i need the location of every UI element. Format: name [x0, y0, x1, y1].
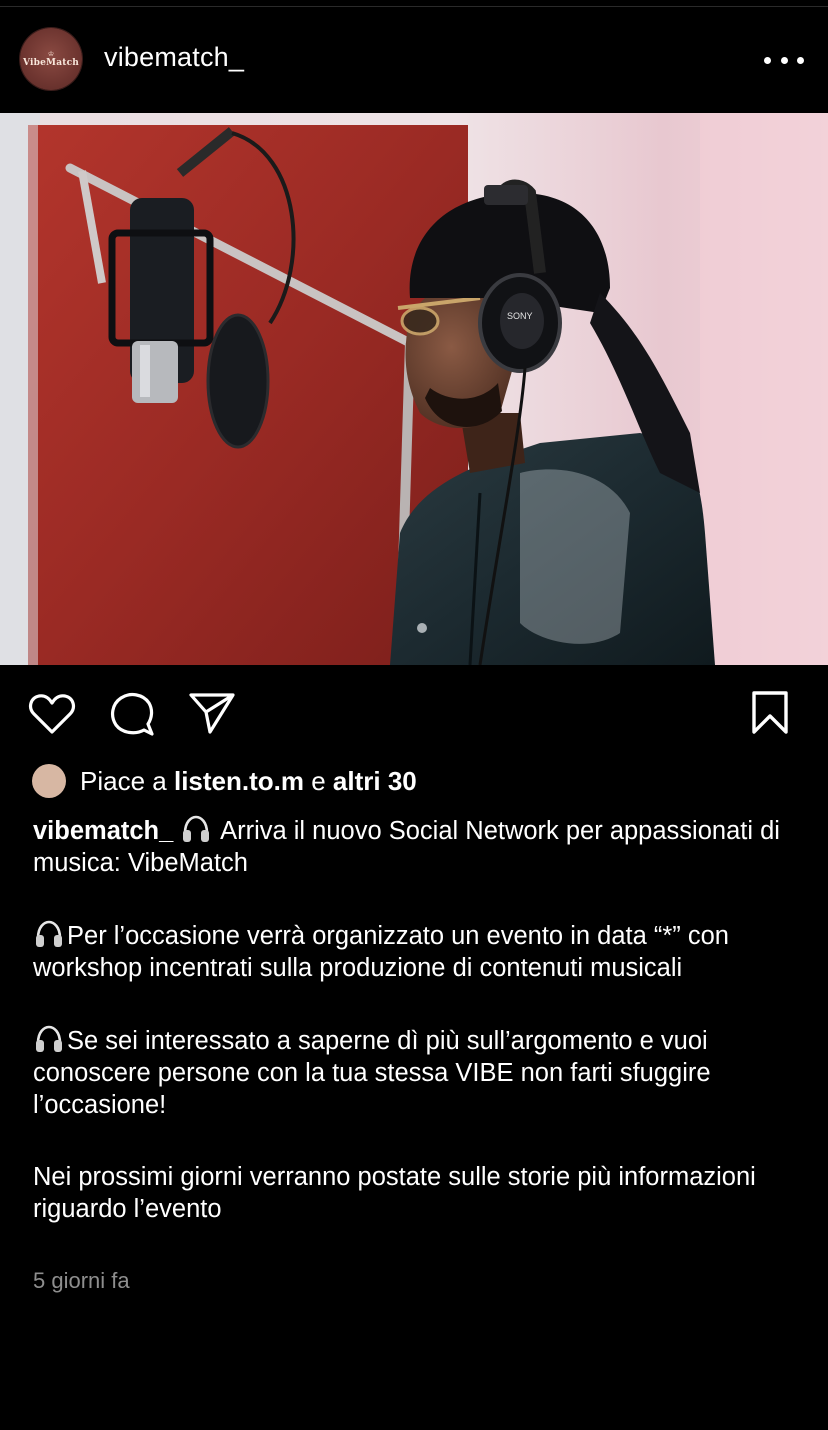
caption-paragraph-1: Per l’occasione verrà organizzato un eve…: [33, 919, 808, 984]
more-dot-icon: [764, 56, 771, 64]
more-dot-icon: [780, 56, 788, 64]
post-header: ♔ VibeMatch vibematch_: [0, 24, 828, 96]
post-actions: [0, 684, 828, 744]
status-divider: [0, 6, 828, 7]
more-options-button[interactable]: [764, 48, 804, 72]
headphones-icon: [36, 920, 62, 947]
svg-text:SONY: SONY: [507, 311, 533, 321]
post-timestamp[interactable]: 5 giorni fa: [33, 1268, 130, 1294]
liker-avatar: [32, 764, 66, 798]
studio-photo: SONY: [0, 113, 828, 665]
bookmark-icon[interactable]: [750, 690, 790, 736]
headphones-icon: [36, 1025, 62, 1052]
comment-bubble-icon[interactable]: [108, 690, 156, 738]
caption-intro: vibematch_ Arriva il nuovo Social Networ…: [33, 814, 808, 879]
username[interactable]: vibematch_: [104, 42, 244, 73]
caption-paragraph-text: Se sei interessato a saperne dì più sull…: [33, 1027, 711, 1119]
headphones-icon: [183, 815, 210, 842]
likes-text: Piace a listen.to.m e altri 30: [80, 766, 417, 797]
avatar[interactable]: ♔ VibeMatch: [20, 28, 82, 90]
likes-others[interactable]: altri 30: [333, 766, 417, 796]
more-dot-icon: [797, 56, 804, 64]
likes-connector: e: [311, 765, 326, 796]
heart-icon[interactable]: [28, 692, 76, 736]
post-caption: vibematch_ Arriva il nuovo Social Networ…: [33, 814, 808, 1225]
post-image[interactable]: SONY: [0, 113, 828, 665]
caption-paragraph-text: Per l’occasione verrà organizzato un eve…: [33, 922, 729, 982]
crown-icon: ♔: [47, 49, 55, 58]
likes-row[interactable]: Piace a listen.to.m e altri 30: [32, 762, 417, 800]
liker-username[interactable]: listen.to.m: [174, 766, 304, 796]
caption-username[interactable]: vibematch_: [33, 817, 173, 845]
caption-paragraph-3: Nei prossimi giorni verranno postate sul…: [33, 1163, 756, 1223]
avatar-brand-text: VibeMatch: [22, 57, 80, 68]
caption-paragraph-2: Se sei interessato a saperne dì più sull…: [33, 1024, 808, 1121]
likes-prefix: Piace a: [80, 765, 167, 796]
paper-plane-icon[interactable]: [188, 690, 236, 736]
